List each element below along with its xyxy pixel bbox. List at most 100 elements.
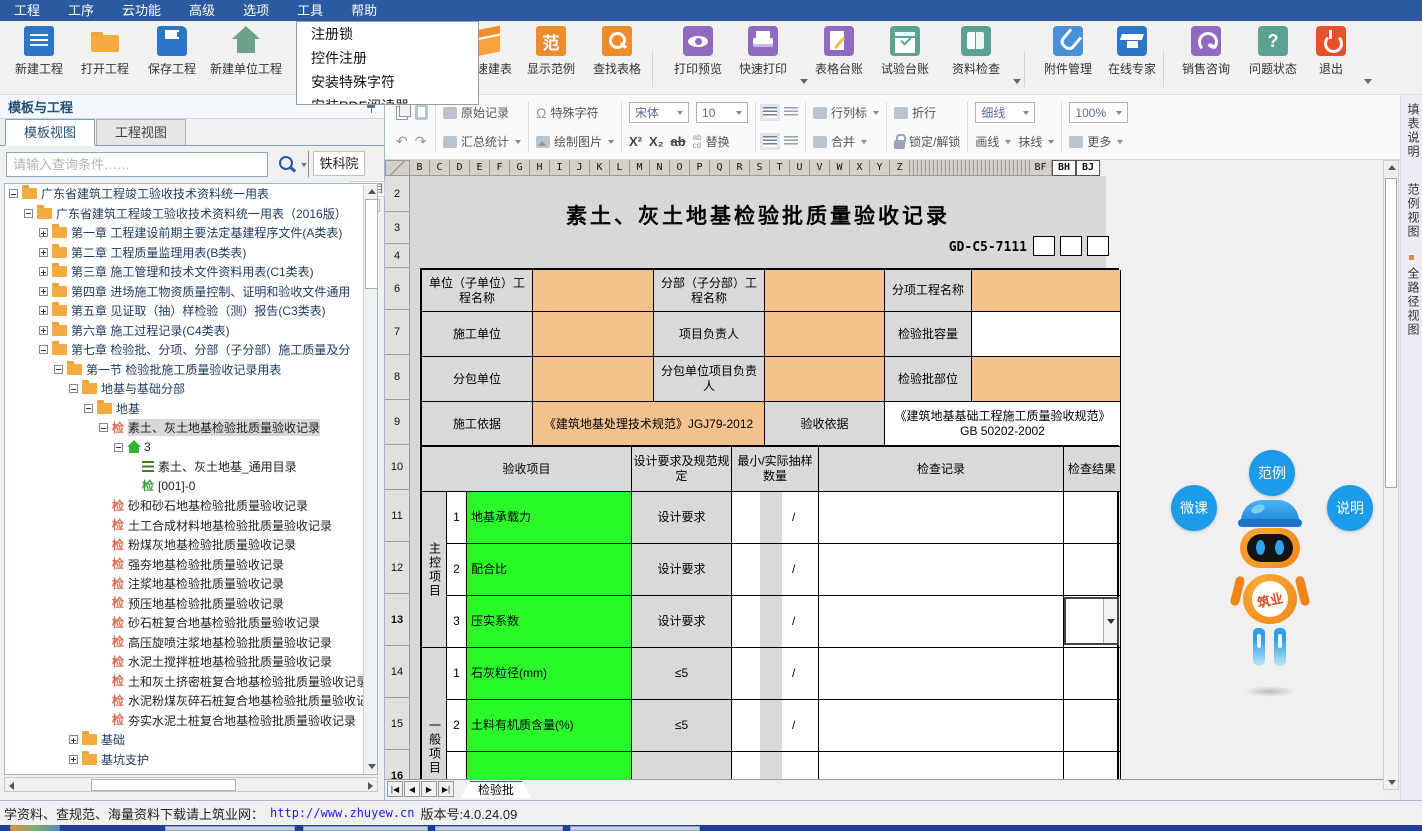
draw-picture-button[interactable]: 绘制图片 <box>536 133 614 150</box>
tree-item[interactable]: 第一章 工程建设前期主要法定基建程序文件(A类表) <box>5 223 377 243</box>
record-cell[interactable] <box>819 492 1064 544</box>
tree-item[interactable]: 基坑支护 <box>5 750 377 770</box>
next-sheet-button[interactable]: ▶ <box>421 781 437 797</box>
code-box[interactable] <box>1033 236 1055 256</box>
example-button[interactable]: 范例 <box>1249 450 1295 496</box>
item-cell[interactable]: 压实系数 <box>467 596 632 648</box>
collapse-icon[interactable] <box>99 423 108 432</box>
expand-icon[interactable] <box>39 326 48 335</box>
scroll-up-icon[interactable] <box>1388 165 1396 170</box>
online-expert-button[interactable]: 在线专家 <box>1097 26 1167 90</box>
erase-line-button[interactable]: 抹线 <box>1018 133 1054 150</box>
scroll-down-icon[interactable] <box>1388 780 1396 785</box>
input-cell[interactable] <box>765 270 885 312</box>
prev-sheet-button[interactable]: ◀ <box>404 781 420 797</box>
collapse-icon[interactable] <box>69 384 78 393</box>
special-char-button[interactable]: Ω特殊字符 <box>536 104 598 121</box>
row-header[interactable]: 4 <box>385 244 410 268</box>
expand-icon[interactable] <box>39 287 48 296</box>
taskbar-window-button[interactable] <box>435 826 563 831</box>
tools-menu-item[interactable]: 控件注册 <box>297 46 478 70</box>
record-cell[interactable] <box>819 700 1064 752</box>
search-input[interactable]: 请输入查询条件…… <box>6 152 268 177</box>
first-sheet-button[interactable]: |◀ <box>387 781 403 797</box>
font-name-select[interactable]: 宋体 <box>629 102 689 123</box>
tree-item[interactable]: 第三章 施工管理和技术文件资料用表(C1类表) <box>5 262 377 282</box>
result-cell[interactable] <box>1064 700 1121 752</box>
result-cell[interactable] <box>1064 492 1121 544</box>
column-header[interactable]: BJ <box>1076 160 1100 176</box>
search-dropdown-icon[interactable] <box>301 163 307 167</box>
data-check-dropdown[interactable] <box>1013 79 1021 84</box>
column-header[interactable]: O <box>670 160 690 176</box>
scroll-up-icon[interactable] <box>368 189 376 194</box>
tree-item[interactable]: 第五章 见证取（抽）样检验（测）报告(C3类表) <box>5 301 377 321</box>
result-cell[interactable] <box>1064 544 1121 596</box>
menu-item[interactable]: 帮助 <box>337 0 391 21</box>
tree-item[interactable]: 检强夯地基检验批质量验收记录 <box>5 555 377 575</box>
input-cell[interactable] <box>533 357 654 402</box>
menu-item[interactable]: 云功能 <box>108 0 175 21</box>
find-table-button[interactable]: 查找表格 <box>582 26 652 90</box>
sheet-vertical-scrollbar[interactable] <box>1383 160 1399 790</box>
tools-menu-item[interactable]: 安装PDF阅读器 <box>297 94 478 105</box>
tab-template-view[interactable]: 模板视图 <box>5 119 95 146</box>
item-cell[interactable]: 土料有机质含量(%) <box>467 700 632 752</box>
exit-dropdown[interactable] <box>1364 79 1372 84</box>
input-cell[interactable] <box>765 312 885 357</box>
tree-item[interactable]: 广东省建筑工程竣工验收技术资料统一用表 <box>5 184 377 204</box>
paste-icon[interactable] <box>415 105 428 120</box>
line-style-select[interactable]: 细线 <box>975 102 1035 123</box>
tree-item-selected[interactable]: 检素土、灰土地基检验批质量验收记录 <box>5 418 377 438</box>
row-header[interactable]: 9 <box>385 400 410 445</box>
menu-item[interactable]: 高级 <box>175 0 229 21</box>
record-cell[interactable] <box>819 596 1064 648</box>
column-header[interactable]: Q <box>710 160 730 176</box>
code-box[interactable] <box>1087 236 1109 256</box>
tree-item[interactable]: 第一节 检验批施工质量验收记录用表 <box>5 360 377 380</box>
record-cell[interactable] <box>819 648 1064 700</box>
tree-item[interactable]: 3 <box>5 438 377 458</box>
exit-button[interactable]: 退出 <box>1304 26 1358 90</box>
align-top-button[interactable] <box>763 107 777 118</box>
column-header[interactable]: B <box>410 160 430 176</box>
combo-dropdown-icon[interactable] <box>1103 599 1117 643</box>
taskbar-window-button[interactable] <box>303 826 428 831</box>
row-header[interactable]: 3 <box>385 212 410 244</box>
column-header[interactable]: BF <box>1030 160 1052 176</box>
more-button[interactable]: 更多 <box>1069 133 1123 150</box>
tree-item[interactable]: 广东省建筑工程竣工验收技术资料统一用表（2016版） <box>5 204 377 224</box>
sample-cell[interactable]: / <box>732 596 819 648</box>
row-header[interactable]: 7 <box>385 310 410 355</box>
column-header[interactable]: Z <box>890 160 910 176</box>
basis-value-cell[interactable]: 《建筑地基基础工程施工质量验收规范》GB 50202-2002 <box>885 402 1121 447</box>
tree-item[interactable]: 检砂石桩复合地基检验批质量验收记录 <box>5 613 377 633</box>
scrollbar-thumb[interactable] <box>91 779 236 791</box>
row-header[interactable]: 13 <box>385 594 410 646</box>
basis-value-cell[interactable]: 《建筑地基处理技术规范》JGJ79-2012 <box>533 402 765 447</box>
expand-icon[interactable] <box>39 267 48 276</box>
test-ledger-button[interactable]: 试验台账 <box>870 26 940 90</box>
select-all-corner[interactable] <box>385 160 410 176</box>
tree-item[interactable]: 检高压旋喷注浆地基检验批质量验收记录 <box>5 633 377 653</box>
new-project-button[interactable]: 新建工程 <box>4 26 74 90</box>
undo-icon[interactable]: ↶ <box>396 133 408 150</box>
tree-item[interactable]: 检水泥土搅拌桩地基检验批质量验收记录 <box>5 652 377 672</box>
code-box[interactable] <box>1060 236 1082 256</box>
zoom-select[interactable]: 100% <box>1069 102 1128 123</box>
wrap-line-button[interactable]: 折行 <box>894 104 936 121</box>
tree-vertical-scrollbar[interactable] <box>363 185 378 773</box>
superscript-button[interactable]: X² <box>629 134 642 149</box>
tree-item[interactable]: 检水泥粉煤灰碎石桩复合地基检验批质量验收记录 <box>5 691 377 711</box>
collapse-icon[interactable] <box>54 365 63 374</box>
save-project-button[interactable]: 保存工程 <box>137 26 207 90</box>
lock-unlock-button[interactable]: 锁定/解锁 <box>894 133 960 150</box>
issue-status-button[interactable]: ?问题状态 <box>1238 26 1308 90</box>
sample-cell[interactable]: / <box>732 648 819 700</box>
tab-fullpath-view[interactable]: 全路径视图 <box>1405 267 1422 337</box>
zhuyew-link[interactable]: http://www.zhuyew.cn <box>270 806 415 820</box>
draw-line-button[interactable]: 画线 <box>975 133 1011 150</box>
expand-icon[interactable] <box>69 755 78 764</box>
column-header[interactable]: I <box>550 160 570 176</box>
scroll-right-icon[interactable] <box>368 782 373 790</box>
